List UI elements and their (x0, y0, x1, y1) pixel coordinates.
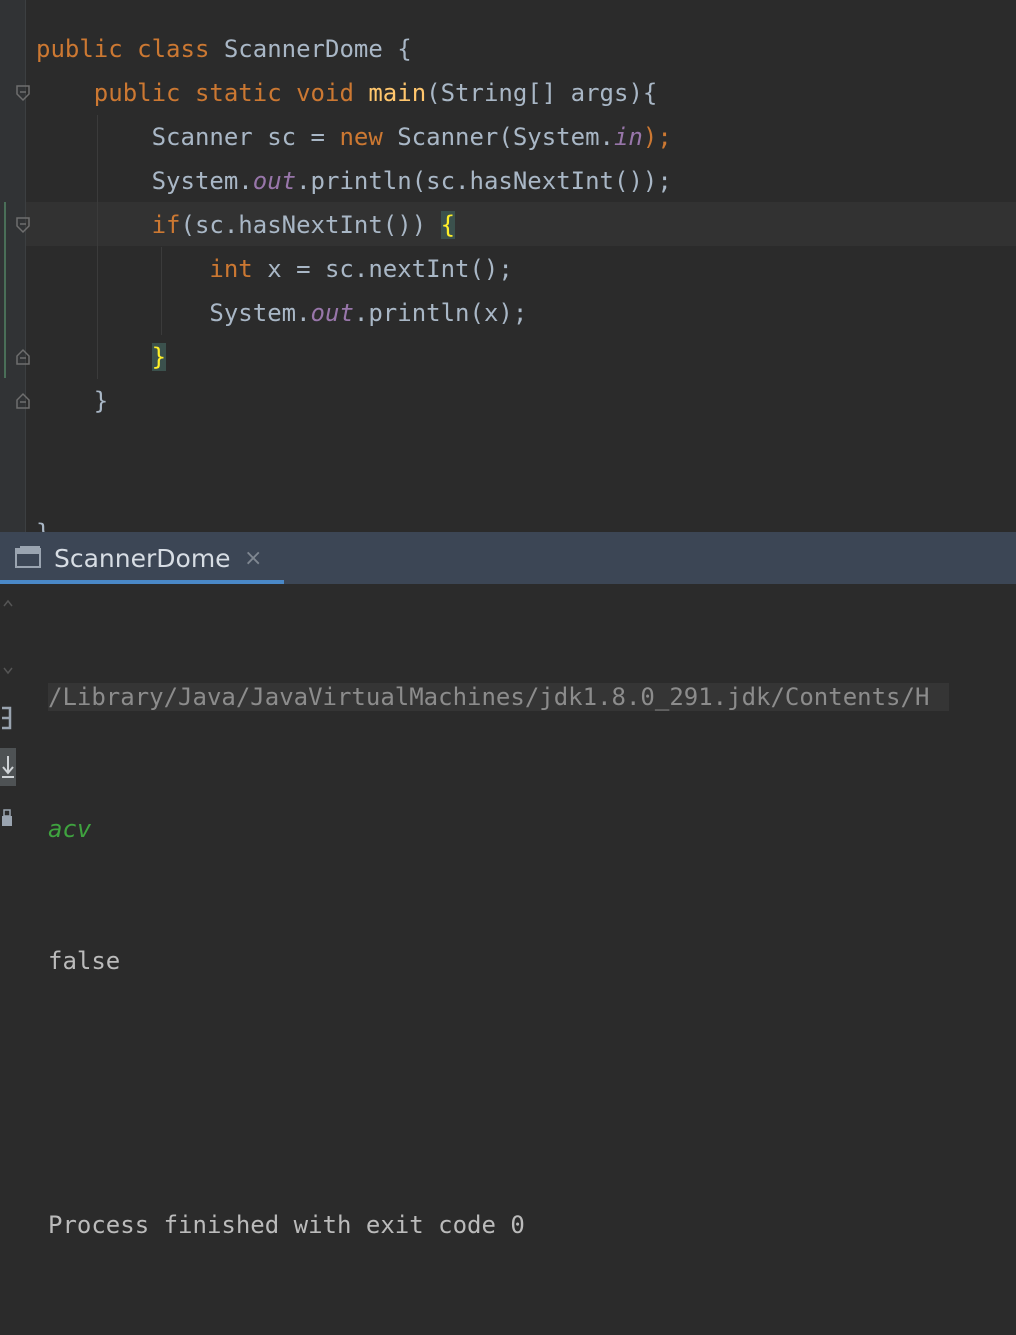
tab-scannerdome[interactable]: ScannerDome × (0, 532, 284, 584)
gutter-divider (25, 0, 26, 532)
code-token: ScannerDome { (223, 35, 412, 63)
code-line[interactable] (36, 467, 672, 511)
code-token: public (36, 35, 138, 63)
code-line[interactable]: System.out.println(x); (36, 291, 672, 335)
run-tool-window: ScannerDome × /Library/Java/JavaVirtualM… (0, 532, 1016, 1239)
fold-end-marker-icon[interactable] (15, 346, 31, 366)
code-token: new (339, 123, 398, 151)
code-token: .println(sc.hasNextInt()); (296, 167, 672, 195)
console-command-line: /Library/Java/JavaVirtualMachines/jdk1.8… (48, 683, 950, 711)
console-output[interactable]: /Library/Java/JavaVirtualMachines/jdk1.8… (48, 587, 950, 1335)
console-output-line: false (48, 947, 121, 975)
run-tab-bar: ScannerDome × (0, 532, 1016, 584)
code-token: public (36, 79, 195, 107)
scroll-down-icon[interactable] (2, 664, 14, 676)
code-token: if (151, 211, 181, 239)
source-code[interactable]: public class ScannerDome { public static… (36, 27, 672, 532)
code-line[interactable]: } (36, 379, 672, 423)
code-line[interactable]: } (36, 335, 672, 379)
soft-wrap-icon[interactable] (0, 704, 14, 732)
code-token: static (194, 79, 297, 107)
code-token: } (36, 519, 50, 532)
code-token: (String[] args){ (426, 79, 658, 107)
scroll-up-icon[interactable] (2, 598, 14, 610)
scroll-to-end-icon (2, 756, 14, 778)
code-token: { (440, 211, 456, 239)
fold-end-marker-icon[interactable] (15, 390, 31, 410)
vcs-change-marker[interactable] (4, 202, 6, 378)
code-token: } (36, 387, 109, 415)
code-token: main (368, 79, 427, 107)
code-token: .println(x); (353, 299, 528, 327)
console-user-input: acv (48, 815, 92, 843)
fold-marker-icon[interactable] (15, 216, 31, 236)
scroll-to-end-button[interactable] (0, 748, 16, 786)
code-token: Scanner sc = (36, 123, 340, 151)
code-token: } (151, 343, 167, 371)
code-token: int (209, 255, 268, 283)
print-icon[interactable] (0, 806, 14, 834)
code-line[interactable]: } (36, 511, 672, 532)
code-line[interactable]: Scanner sc = new Scanner(System.in); (36, 115, 672, 159)
code-line[interactable]: public static void main(String[] args){ (36, 71, 672, 115)
code-token: ); (642, 123, 672, 151)
code-token: System. (36, 299, 311, 327)
code-line[interactable]: if(sc.hasNextInt()) { (36, 203, 672, 247)
code-token: out (310, 299, 354, 327)
close-icon[interactable]: × (244, 546, 262, 571)
console-window-icon (15, 546, 41, 568)
code-token: System. (36, 167, 253, 195)
code-token: out (252, 167, 297, 195)
tab-label: ScannerDome (54, 544, 231, 573)
fold-marker-icon[interactable] (15, 84, 31, 104)
code-token: in (613, 123, 643, 151)
code-line[interactable]: System.out.println(sc.hasNextInt()); (36, 159, 672, 203)
code-token: class (137, 35, 224, 63)
tab-active-indicator (0, 580, 284, 584)
code-token: void (296, 79, 369, 107)
code-token: x = sc.nextInt(); (267, 255, 513, 283)
console-toolbar (0, 584, 22, 834)
code-line[interactable]: public class ScannerDome { (36, 27, 672, 71)
console-exit-message: Process finished with exit code 0 (48, 1211, 525, 1239)
code-line[interactable] (36, 423, 672, 467)
code-token: Scanner(System. (397, 123, 614, 151)
code-token: (sc.hasNextInt()) (180, 211, 441, 239)
code-line[interactable]: int x = sc.nextInt(); (36, 247, 672, 291)
code-editor[interactable]: public class ScannerDome { public static… (0, 0, 1016, 532)
